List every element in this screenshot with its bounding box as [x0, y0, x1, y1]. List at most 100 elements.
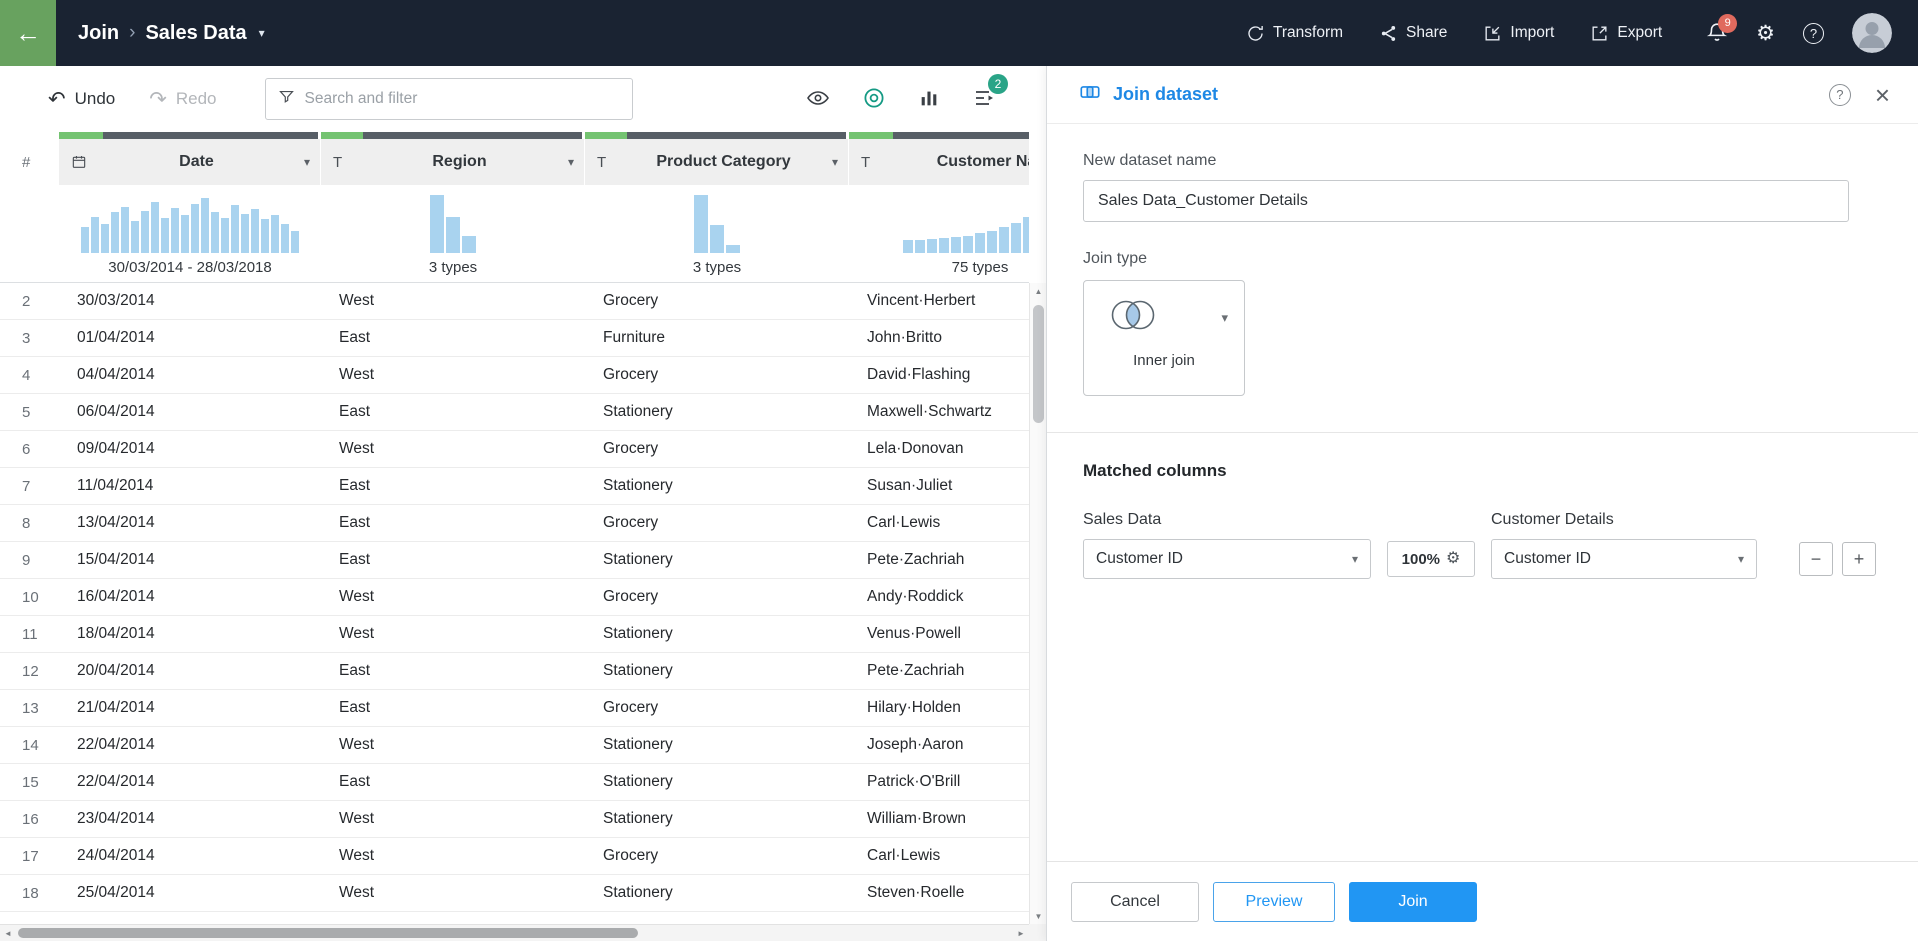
column-menu-caret-icon[interactable]: ▾: [304, 155, 310, 169]
scroll-right-icon[interactable]: ►: [1013, 925, 1029, 941]
table-row[interactable]: 1321/04/2014EastGroceryHilary·Holden: [0, 690, 1029, 727]
vertical-scroll-thumb[interactable]: [1033, 305, 1044, 423]
search-input[interactable]: [305, 90, 620, 108]
column-histogram-region[interactable]: 3 types: [321, 185, 585, 282]
transform-button[interactable]: Transform: [1246, 24, 1343, 43]
table-cell: Stationery: [585, 551, 849, 569]
table-row[interactable]: 1522/04/2014EastStationeryPatrick·O'Bril…: [0, 764, 1029, 801]
search-filter-box: [265, 78, 633, 120]
preview-button[interactable]: Preview: [1213, 882, 1335, 922]
share-button[interactable]: Share: [1379, 24, 1447, 43]
table-row[interactable]: 1118/04/2014WestStationeryVenus·Powell: [0, 616, 1029, 653]
top-navbar: ← Join › Sales Data ▾ TransformShareImpo…: [0, 0, 1918, 66]
table-row[interactable]: 915/04/2014EastStationeryPete·Zachriah: [0, 542, 1029, 579]
histogram-bar: [231, 205, 239, 253]
column-histogram-product-category[interactable]: 3 types: [585, 185, 849, 282]
table-cell: Grocery: [585, 292, 849, 310]
applied-steps-button[interactable]: 2: [972, 86, 996, 113]
export-button[interactable]: Export: [1590, 24, 1662, 43]
table-row[interactable]: 1724/04/2014WestGroceryCarl·Lewis: [0, 838, 1029, 875]
settings-button[interactable]: ⚙: [1756, 21, 1775, 46]
column-header-date[interactable]: Date▾: [59, 139, 321, 185]
histogram-bar: [131, 221, 139, 253]
histogram-bar: [141, 211, 149, 253]
undo-icon: ↶: [48, 87, 66, 112]
chevron-down-icon[interactable]: ▾: [1221, 310, 1228, 326]
remove-match-button[interactable]: −: [1799, 542, 1833, 576]
user-avatar[interactable]: [1852, 13, 1892, 53]
histogram-bar: [241, 214, 249, 253]
column-histograms: 30/03/2014 - 28/03/20183 types3 types75 …: [59, 185, 1029, 282]
table-row[interactable]: 1623/04/2014WestStationeryWilliam·Brown: [0, 801, 1029, 838]
redo-button[interactable]: ↷ Redo: [149, 87, 216, 112]
undo-button[interactable]: ↶ Undo: [48, 87, 115, 112]
breadcrumb-current[interactable]: Sales Data: [145, 22, 246, 45]
table-row[interactable]: 813/04/2014EastGroceryCarl·Lewis: [0, 505, 1029, 542]
table-row[interactable]: 609/04/2014WestGroceryLela·Donovan: [0, 431, 1029, 468]
column-histogram-date[interactable]: 30/03/2014 - 28/03/2018: [59, 185, 321, 282]
horizontal-scroll-thumb[interactable]: [18, 928, 638, 938]
column-histogram-customer-na[interactable]: 75 types: [849, 185, 1029, 282]
inner-join-venn-icon: [1100, 295, 1166, 340]
quality-bar-region: [321, 132, 582, 139]
table-cell: West: [321, 292, 585, 310]
match-settings-gear-icon[interactable]: ⚙: [1446, 551, 1460, 567]
table-cell: East: [321, 329, 585, 347]
table-cell: East: [321, 699, 585, 717]
table-row[interactable]: 19: [0, 912, 1029, 924]
column-quality-strip: [0, 132, 1029, 139]
table-row[interactable]: 1016/04/2014WestGroceryAndy·Roddick: [0, 579, 1029, 616]
scroll-left-icon[interactable]: ◄: [0, 925, 16, 941]
table-cell: Stationery: [585, 810, 849, 828]
column-stats-button[interactable]: [918, 87, 940, 112]
horizontal-scrollbar[interactable]: ◄ ►: [0, 924, 1029, 941]
row-number: 15: [0, 774, 59, 791]
table-cell: 09/04/2014: [59, 440, 321, 458]
table-cell: Venus·Powell: [849, 625, 1029, 643]
row-number: 13: [0, 700, 59, 717]
data-quality-button[interactable]: [862, 86, 886, 113]
table-row[interactable]: 1220/04/2014EastStationeryPete·Zachriah: [0, 653, 1029, 690]
add-match-button[interactable]: +: [1842, 542, 1876, 576]
notifications-button[interactable]: 9: [1706, 21, 1728, 46]
help-button[interactable]: ?: [1803, 23, 1824, 44]
quality-bar-date: [59, 132, 318, 139]
vertical-scrollbar[interactable]: ▲ ▼: [1029, 283, 1046, 924]
steps-count-badge: 2: [988, 74, 1008, 94]
join-button[interactable]: Join: [1349, 882, 1477, 922]
right-join-column-value: Customer ID: [1504, 550, 1591, 568]
panel-help-button[interactable]: ?: [1829, 84, 1851, 106]
redo-icon: ↷: [149, 87, 167, 112]
histogram-bar: [91, 217, 99, 253]
left-join-column-select[interactable]: Customer ID ▾: [1083, 539, 1371, 579]
scroll-down-icon[interactable]: ▼: [1030, 908, 1047, 924]
table-cell: East: [321, 662, 585, 680]
transform-label: Transform: [1273, 24, 1343, 42]
table-row[interactable]: 301/04/2014EastFurnitureJohn·Britto: [0, 320, 1029, 357]
filter-icon: [278, 88, 295, 110]
table-row[interactable]: 711/04/2014EastStationerySusan·Juliet: [0, 468, 1029, 505]
table-row[interactable]: 404/04/2014WestGroceryDavid·Flashing: [0, 357, 1029, 394]
column-menu-caret-icon[interactable]: ▾: [832, 155, 838, 169]
histogram-bar: [111, 212, 119, 253]
back-button[interactable]: ←: [0, 0, 56, 66]
right-join-column-select[interactable]: Customer ID ▾: [1491, 539, 1757, 579]
column-header-region[interactable]: TRegion▾: [321, 139, 585, 185]
column-header-product-category[interactable]: TProduct Category▾: [585, 139, 849, 185]
table-cell: 15/04/2014: [59, 551, 321, 569]
panel-close-button[interactable]: ×: [1875, 82, 1890, 108]
import-button[interactable]: Import: [1483, 24, 1554, 43]
new-dataset-name-input[interactable]: [1083, 180, 1849, 222]
breadcrumb-root[interactable]: Join: [78, 22, 119, 45]
scroll-up-icon[interactable]: ▲: [1030, 283, 1047, 299]
cancel-button[interactable]: Cancel: [1071, 882, 1199, 922]
column-menu-caret-icon[interactable]: ▾: [568, 155, 574, 169]
join-type-selector[interactable]: ▾ Inner join: [1083, 280, 1245, 396]
table-row[interactable]: 230/03/2014WestGroceryVincent·Herbert: [0, 283, 1029, 320]
table-row[interactable]: 1825/04/2014WestStationerySteven·Roelle: [0, 875, 1029, 912]
column-header-customer-na[interactable]: TCustomer Na▾: [849, 139, 1029, 185]
chevron-down-icon[interactable]: ▾: [259, 26, 265, 40]
table-row[interactable]: 1422/04/2014WestStationeryJoseph·Aaron: [0, 727, 1029, 764]
table-row[interactable]: 506/04/2014EastStationeryMaxwell·Schwart…: [0, 394, 1029, 431]
preview-visibility-button[interactable]: [806, 86, 830, 113]
